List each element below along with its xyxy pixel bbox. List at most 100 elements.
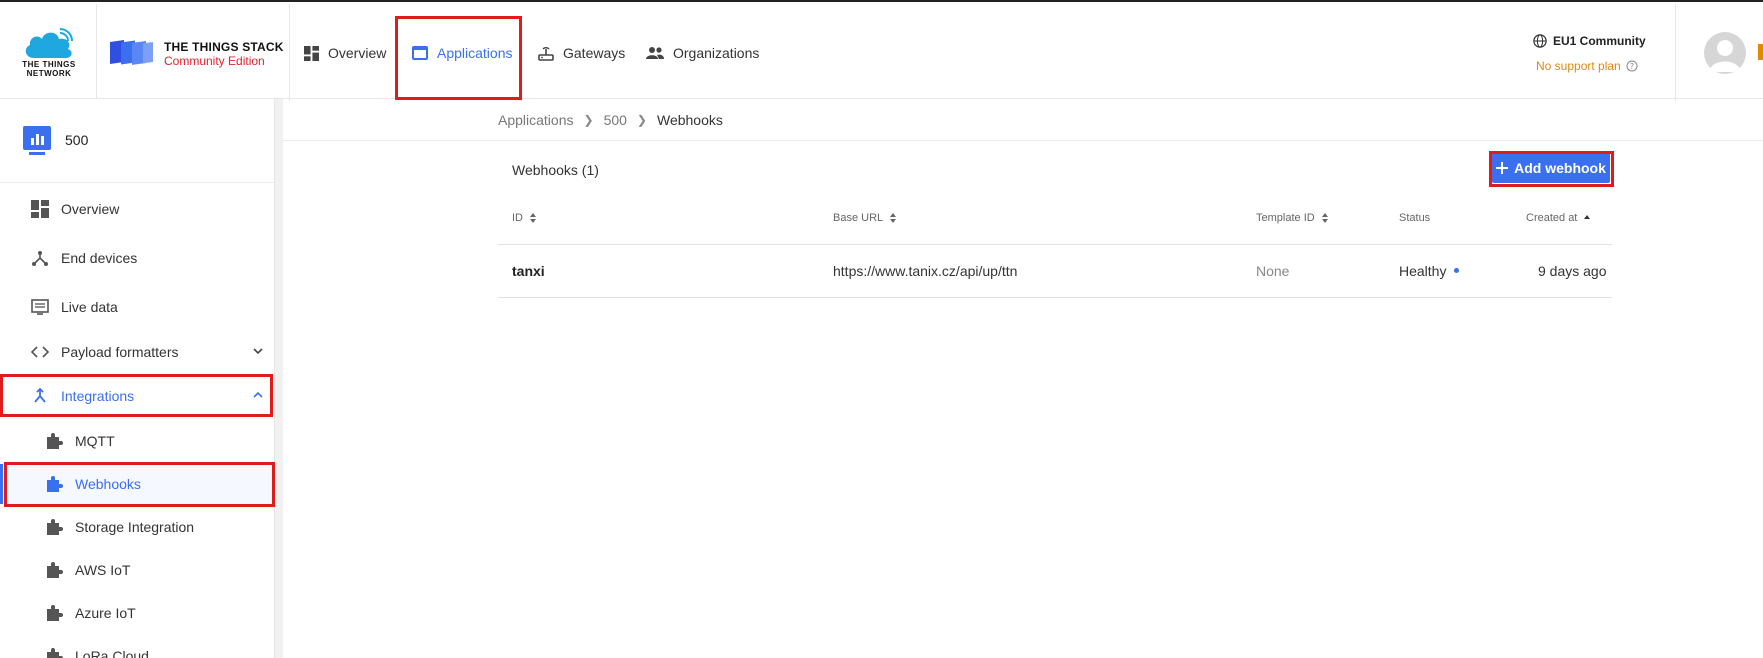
cloud-logo-icon	[25, 28, 73, 58]
people-icon	[646, 47, 664, 59]
merge-icon	[34, 387, 46, 403]
nav-gateways[interactable]: Gateways	[538, 42, 625, 64]
header-divider	[1675, 4, 1676, 101]
breadcrumb-bar: Applications ❯ 500 ❯ Webhooks	[283, 99, 1763, 141]
status-dot-icon	[1454, 267, 1460, 273]
column-header-label: Created at	[1526, 212, 1578, 224]
table-row[interactable]: tanxi https://www.tanix.cz/api/up/ttn No…	[498, 245, 1612, 298]
chevron-right-icon: ❯	[636, 113, 647, 127]
user-avatar[interactable]	[1704, 32, 1746, 74]
avatar-icon	[1709, 40, 1741, 72]
sidebar-item-label: AWS IoT	[75, 562, 131, 578]
breadcrumb: Applications ❯ 500 ❯ Webhooks	[498, 112, 723, 128]
highlight-box-add-webhook	[1489, 151, 1614, 187]
status-label: Healthy	[1399, 263, 1447, 279]
sidebar-item-label: Storage Integration	[75, 519, 195, 535]
stack-cubes-icon	[110, 40, 153, 65]
sidebar-item-label: MQTT	[75, 433, 115, 449]
cell-created-at: 9 days ago	[1538, 263, 1607, 279]
sidebar-subitem-mqtt[interactable]: MQTT	[0, 421, 275, 461]
column-header-base-url[interactable]: Base URL	[833, 212, 897, 224]
puzzle-icon	[47, 519, 63, 535]
cell-template-id: None	[1256, 263, 1290, 279]
user-menu-edge	[1758, 44, 1763, 60]
stack-title: THE THINGS STACK	[164, 40, 284, 54]
sidebar-scrollbar[interactable]	[275, 99, 283, 658]
ttn-logo-line1: THE THINGS	[22, 60, 76, 69]
nav-overview[interactable]: Overview	[304, 42, 386, 64]
breadcrumb-applications[interactable]: Applications	[498, 112, 574, 128]
sidebar: 500 Overview End devices Live data Paylo…	[0, 99, 275, 658]
support-plan[interactable]: No support plan ?	[1536, 59, 1638, 73]
help-circle-icon: ?	[1626, 60, 1638, 72]
ttn-logo-line2: NETWORK	[26, 69, 72, 78]
globe-icon	[1533, 34, 1547, 48]
support-label: No support plan	[1536, 59, 1621, 73]
column-header-created-at[interactable]: Created at	[1526, 212, 1591, 224]
sidebar-item-label: Integrations	[61, 388, 135, 404]
column-header-status: Status	[1399, 212, 1430, 224]
puzzle-icon	[47, 562, 63, 578]
chevron-right-icon: ❯	[583, 113, 594, 127]
nav-gateways-label: Gateways	[563, 45, 626, 61]
column-header-template-id[interactable]: Template ID	[1256, 212, 1329, 224]
puzzle-icon	[47, 476, 63, 492]
sidebar-subitem-lora-cloud[interactable]: LoRa Cloud	[0, 636, 275, 658]
sidebar-item-label: LoRa Cloud	[75, 648, 149, 658]
application-name: 500	[65, 132, 89, 148]
sidebar-item-integrations[interactable]: Integrations	[0, 376, 275, 416]
sidebar-item-overview[interactable]: Overview	[0, 189, 275, 229]
sidebar-item-label: End devices	[61, 250, 138, 266]
top-header: THE THINGS NETWORK THE THINGS STACK Comm…	[0, 0, 1763, 101]
puzzle-icon	[47, 648, 63, 658]
breadcrumb-application[interactable]: 500	[604, 112, 627, 128]
sort-icon	[530, 213, 536, 223]
chevron-down-icon	[253, 348, 263, 355]
sidebar-subitem-azure-iot[interactable]: Azure IoT	[0, 593, 275, 633]
code-icon	[31, 346, 49, 358]
router-icon	[538, 47, 554, 61]
sidebar-item-payload-formatters[interactable]: Payload formatters	[0, 332, 275, 372]
sidebar-item-label: Webhooks	[75, 476, 141, 492]
stack-subtitle: Community Edition	[164, 54, 265, 68]
sidebar-item-label: Payload formatters	[61, 344, 179, 360]
device-tree-icon	[32, 251, 48, 266]
sort-ascending-icon	[1584, 215, 1591, 219]
cell-id: tanxi	[512, 263, 545, 279]
svg-text:?: ?	[1630, 62, 1634, 71]
column-header-label: ID	[512, 212, 523, 224]
sort-icon	[890, 213, 897, 223]
sidebar-item-label: Live data	[61, 299, 118, 315]
chevron-up-icon	[253, 391, 263, 398]
region-selector[interactable]: EU1 Community	[1533, 34, 1646, 48]
nav-organizations[interactable]: Organizations	[646, 42, 759, 64]
sidebar-app-header[interactable]: 500	[0, 99, 275, 183]
nav-organizations-label: Organizations	[673, 45, 760, 61]
nav-overview-label: Overview	[328, 45, 387, 61]
sidebar-item-end-devices[interactable]: End devices	[0, 238, 275, 278]
table-title: Webhooks (1)	[512, 162, 599, 178]
header-divider	[96, 4, 97, 101]
cell-status: Healthy	[1399, 263, 1460, 279]
cell-base-url: https://www.tanix.cz/api/up/ttn	[833, 263, 1018, 279]
column-header-label: Status	[1399, 212, 1431, 224]
column-header-label: Template ID	[1256, 212, 1315, 224]
column-header-label: Base URL	[833, 212, 884, 224]
monitor-list-icon	[31, 299, 49, 315]
sort-icon	[1321, 213, 1328, 223]
puzzle-icon	[47, 605, 63, 621]
sidebar-subitem-webhooks[interactable]: Webhooks	[0, 464, 275, 504]
dashboard-icon	[304, 45, 319, 61]
sidebar-subitem-storage-integration[interactable]: Storage Integration	[0, 507, 275, 547]
ttn-logo[interactable]: THE THINGS NETWORK	[18, 28, 80, 78]
breadcrumb-webhooks: Webhooks	[656, 112, 723, 128]
column-header-id[interactable]: ID	[512, 212, 537, 224]
dashboard-icon	[31, 200, 49, 218]
sidebar-subitem-aws-iot[interactable]: AWS IoT	[0, 550, 275, 590]
highlight-box-applications	[395, 16, 522, 100]
region-label: EU1 Community	[1553, 34, 1646, 48]
sidebar-item-label: Overview	[61, 201, 120, 217]
puzzle-icon	[47, 433, 63, 449]
sidebar-item-live-data[interactable]: Live data	[0, 287, 275, 327]
application-icon	[23, 126, 51, 155]
